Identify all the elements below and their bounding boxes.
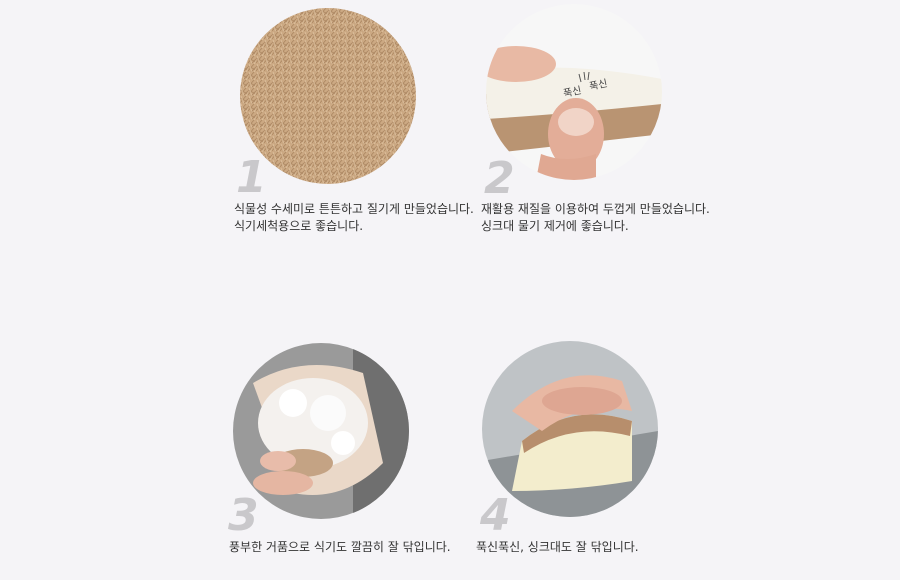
feature-description: 식물성 수세미로 튼튼하고 질기게 만들었습니다. 식기세척용으로 좋습니다. [234, 201, 474, 235]
description-line: 풍부한 거품으로 식기도 깔끔히 잘 닦입니다. [229, 540, 451, 554]
feature-description: 재활용 재질을 이용하여 두껍게 만들었습니다. 싱크대 물기 제거에 좋습니다… [481, 201, 710, 235]
description-line: 식물성 수세미로 튼튼하고 질기게 만들었습니다. [234, 202, 474, 216]
step-number: 2 [484, 153, 515, 204]
feature-description: 푹신푹신, 싱크대도 잘 닦입니다. [476, 539, 639, 556]
description-line: 푹신푹신, 싱크대도 잘 닦입니다. [476, 540, 639, 554]
feature-description: 풍부한 거품으로 식기도 깔끔히 잘 닦입니다. [229, 539, 451, 556]
description-line: 재활용 재질을 이용하여 두껍게 만들었습니다. [481, 202, 710, 216]
step-number: 3 [228, 490, 259, 541]
step-number: 1 [236, 152, 267, 203]
description-line: 식기세척용으로 좋습니다. [234, 219, 364, 233]
description-line: 싱크대 물기 제거에 좋습니다. [481, 219, 629, 233]
step-number: 4 [480, 490, 511, 541]
foamy-sponge-image [233, 343, 409, 519]
